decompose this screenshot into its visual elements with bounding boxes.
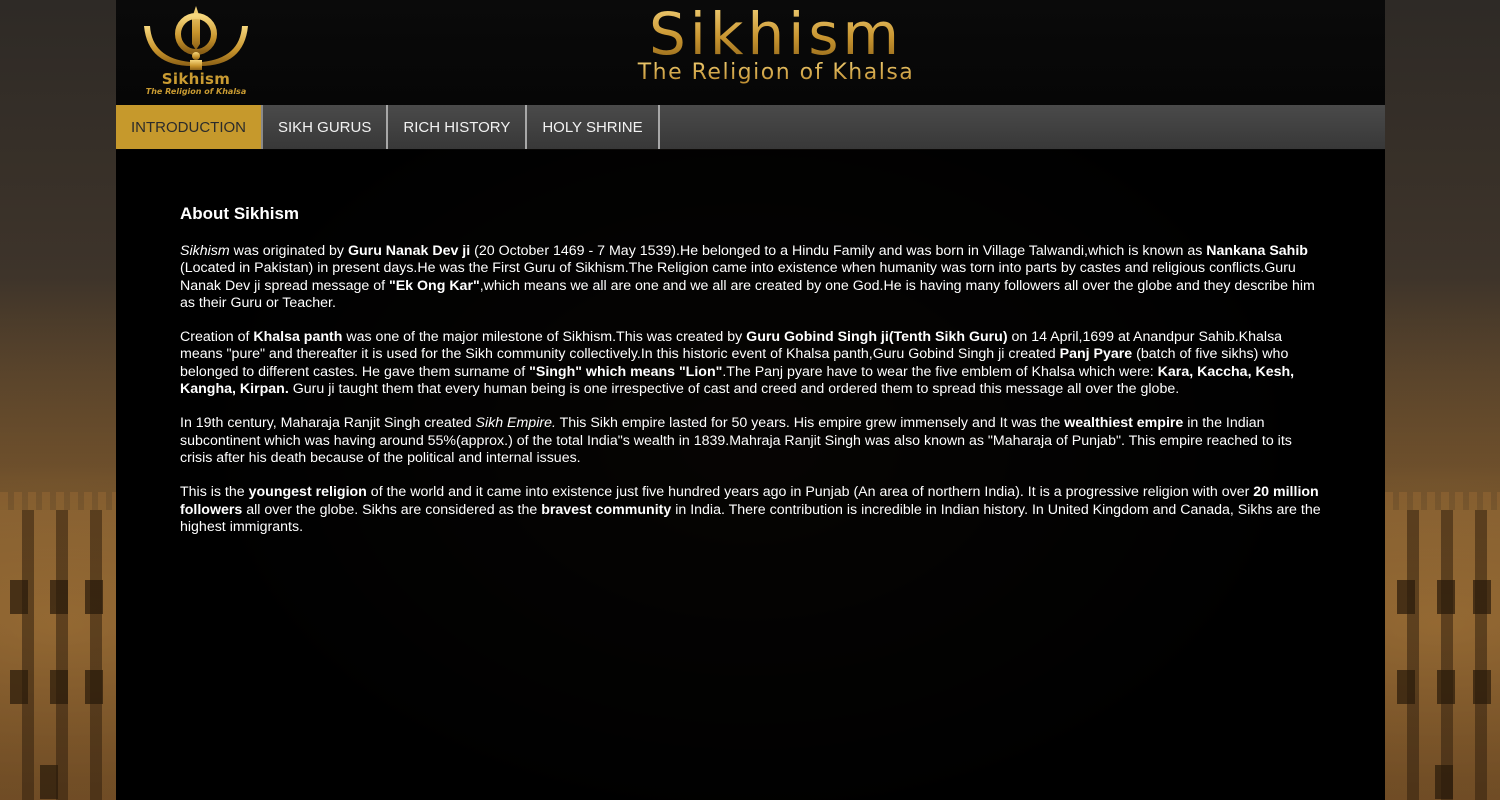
- emphasis-guru-nanak: Guru Nanak Dev ji: [347, 243, 471, 259]
- text-span: was originated by: [229, 243, 348, 259]
- main-content: About Sikhism Sikhism was originated by …: [116, 150, 1385, 800]
- emphasis-nankana-sahib: Nankana Sahib: [1206, 243, 1308, 259]
- text-span: was one of the major milestone of Sikhis…: [342, 329, 747, 346]
- page-title: About Sikhism: [180, 204, 300, 223]
- text-span: This is the: [180, 484, 249, 501]
- emphasis-guru-gobind-singh: Guru Gobind Singh ji(Tenth Sikh Guru): [746, 329, 1008, 346]
- emphasis-youngest-religion: youngest religion: [248, 484, 367, 501]
- text-span: Guru ji taught them that every human bei…: [288, 381, 1180, 398]
- text-span: (20 October 1469 - 7 May 1539).He belong…: [470, 243, 1207, 259]
- banner-title: Sikhism: [576, 2, 976, 66]
- main-nav: INTRODUCTION SIKH GURUS RICH HISTORY HOL…: [116, 105, 1385, 149]
- nav-item-holy-shrine[interactable]: HOLY SHRINE: [527, 105, 660, 149]
- emphasis-sikh-empire: Sikh Empire.: [475, 415, 556, 432]
- background-building-right: [1385, 492, 1500, 800]
- emphasis-wealthiest-empire: wealthiest empire: [1064, 415, 1184, 432]
- nav-item-rich-history[interactable]: RICH HISTORY: [388, 105, 528, 149]
- text-span: all over the globe. Sikhs are considered…: [242, 501, 542, 518]
- logo-text: Sikhism: [161, 70, 231, 88]
- paragraph-khalsa: Creation of Khalsa panth was one of the …: [180, 329, 1321, 398]
- khanda-icon: [144, 6, 248, 70]
- background-building-left: [0, 492, 116, 800]
- site-logo[interactable]: Sikhism The Religion of Khalsa: [130, 4, 262, 96]
- nav-item-sikh-gurus[interactable]: SIKH GURUS: [263, 105, 389, 149]
- page-container: Sikhism The Religion of Khalsa Sikhism T…: [116, 0, 1385, 800]
- emphasis-singh-lion: "Singh" which means "Lion": [529, 363, 723, 380]
- emphasis-sikhism: Sikhism: [180, 243, 230, 259]
- logo-subtext: The Religion of Khalsa: [145, 87, 247, 96]
- emphasis-bravest-community: bravest community: [541, 501, 672, 518]
- text-span: Creation of: [180, 329, 254, 346]
- text-span: In 19th century, Maharaja Ranjit Singh c…: [180, 415, 476, 432]
- emphasis-ek-ong-kar: "Ek Ong Kar": [388, 277, 480, 294]
- emphasis-panj-pyare: Panj Pyare: [1059, 346, 1133, 363]
- emphasis-khalsa-panth: Khalsa panth: [253, 329, 343, 346]
- nav-item-introduction[interactable]: INTRODUCTION: [116, 105, 263, 149]
- banner-subtitle: The Religion of Khalsa: [571, 60, 981, 86]
- site-header: Sikhism The Religion of Khalsa Sikhism T…: [116, 0, 1385, 105]
- paragraph-empire: In 19th century, Maharaja Ranjit Singh c…: [180, 415, 1321, 467]
- text-span: This Sikh empire lasted for 50 years. Hi…: [555, 415, 1065, 432]
- paragraph-origin: Sikhism was originated by Guru Nanak Dev…: [180, 243, 1321, 312]
- paragraph-youngest-religion: This is the youngest religion of the wor…: [180, 484, 1321, 536]
- text-span: .The Panj pyare have to wear the five em…: [722, 363, 1158, 380]
- text-span: of the world and it came into existence …: [366, 484, 1254, 501]
